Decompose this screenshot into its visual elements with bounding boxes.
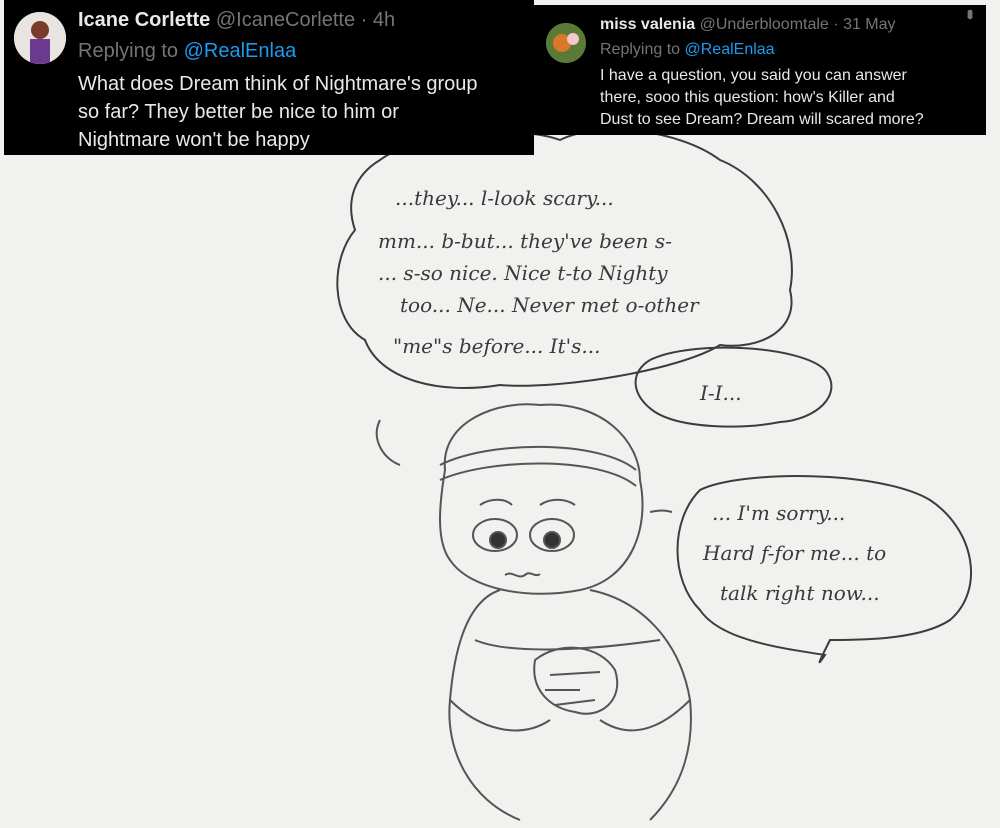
tweet-line: so far? They better be nice to him or <box>78 101 399 123</box>
timestamp[interactable]: 31 May <box>843 16 895 33</box>
user-handle[interactable]: @IcaneCorlette <box>216 9 355 31</box>
bubble-line: ... s-so nice. Nice t-to Nighty <box>378 261 668 285</box>
bubble-small-text: I-I... <box>699 381 742 405</box>
bubble-line: Hard f-for me... to <box>702 541 886 565</box>
avatar-image <box>14 12 66 64</box>
separator: · <box>360 9 368 31</box>
display-name[interactable]: miss valenia <box>600 16 695 33</box>
avatar[interactable] <box>546 23 586 63</box>
bubble-line: ... I'm sorry... <box>712 501 845 525</box>
user-handle[interactable]: @Underbloomtale <box>700 16 829 33</box>
tweet-line: Dust to see Dream? Dream will scared mor… <box>600 111 924 128</box>
replying-to-prefix: Replying to <box>78 40 179 62</box>
bubble-line: ...they... l-look scary... <box>395 186 614 210</box>
more-options-icon[interactable]: ••• <box>959 9 980 16</box>
tweet-text: What does Dream think of Nightmare's gro… <box>78 70 478 154</box>
tweet-header: Icane Corlette @IcaneCorlette · 4h <box>78 9 395 32</box>
replying-to-prefix: Replying to <box>600 41 681 58</box>
replying-to: Replying to @RealEnlaa <box>78 40 296 63</box>
bubble-line: mm... b-but... they've been s- <box>378 229 672 253</box>
tweet-line: I have a question, you said you can answ… <box>600 67 907 84</box>
avatar[interactable] <box>14 12 66 64</box>
tweet-line: Nightmare won't be happy <box>78 129 310 151</box>
timestamp[interactable]: 4h <box>373 9 395 31</box>
tweet-line: What does Dream think of Nightmare's gro… <box>78 73 478 95</box>
avatar-image <box>546 23 586 63</box>
tweet-line: there, sooo this question: how's Killer … <box>600 89 895 106</box>
reply-tweet-card[interactable]: Icane Corlette @IcaneCorlette · 4h Reply… <box>4 0 534 155</box>
tweet-header: miss valenia @Underbloomtale · 31 May <box>600 16 896 34</box>
bubble-line: talk right now... <box>720 581 880 605</box>
bubble-line: "me"s before... It's... <box>393 334 601 358</box>
display-name[interactable]: Icane Corlette <box>78 9 210 31</box>
mention-link[interactable]: @RealEnlaa <box>685 41 775 58</box>
replying-to: Replying to @RealEnlaa <box>600 41 775 59</box>
bubble-line: too... Ne... Never met o-other <box>400 293 700 317</box>
mention-link[interactable]: @RealEnlaa <box>184 40 297 62</box>
tweet-text: I have a question, you said you can answ… <box>600 65 924 131</box>
separator: · <box>833 16 839 33</box>
reply-tweet-card[interactable]: miss valenia @Underbloomtale · 31 May ••… <box>534 5 986 135</box>
